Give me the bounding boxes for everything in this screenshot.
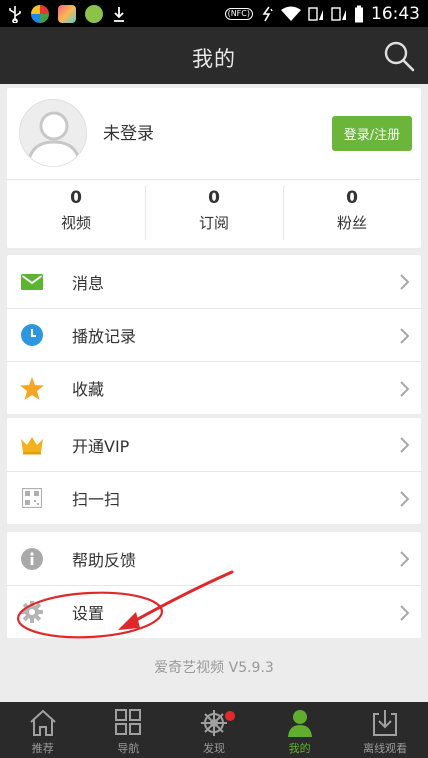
tab-label: 推荐 (31, 742, 54, 755)
tab-navigation[interactable]: 导航 (86, 702, 172, 758)
tab-label: 我的 (288, 742, 311, 755)
default-avatar-icon (26, 111, 82, 166)
tab-label: 发现 (202, 742, 225, 755)
bottom-tab-bar: 推荐 导航 发现 我的 离线观看 (0, 702, 428, 758)
menu-group-support: 帮助反馈 设置 (7, 532, 421, 638)
login-register-button[interactable]: 登录/注册 (332, 116, 412, 151)
stat-label: 粉丝 (336, 214, 367, 232)
notification-badge (225, 711, 236, 721)
tab-label: 离线观看 (363, 742, 408, 755)
menu-item-vip[interactable]: 开通VIP (7, 418, 421, 471)
chevron-right-icon (400, 437, 410, 453)
app-notification-icon (31, 4, 49, 23)
menu-item-history[interactable]: 播放记录 (7, 308, 421, 361)
person-icon (287, 710, 312, 737)
stat-value: 0 (208, 188, 220, 208)
username-label: 未登录 (103, 124, 154, 144)
stat-fans[interactable]: 0 粉丝 (283, 180, 421, 248)
page-title: 我的 (192, 47, 236, 71)
stat-value: 0 (70, 188, 82, 208)
status-bar: (NFC) 16:43 (0, 0, 428, 27)
menu-group-services: 开通VIP 扫一扫 (7, 418, 421, 524)
usb-icon (9, 5, 21, 23)
vibrate-icon (262, 6, 273, 21)
stat-label: 视频 (60, 214, 91, 232)
search-icon[interactable] (382, 39, 416, 73)
info-icon (20, 547, 44, 571)
menu-item-messages[interactable]: 消息 (7, 255, 421, 308)
tab-mine[interactable]: 我的 (257, 702, 343, 758)
tab-recommend[interactable]: 推荐 (0, 702, 86, 758)
menu-item-help-feedback[interactable]: 帮助反馈 (7, 532, 421, 585)
chevron-right-icon (400, 328, 410, 344)
download-notification-icon (114, 6, 124, 22)
battery-icon (355, 5, 363, 22)
nfc-indicator: (NFC) (224, 7, 253, 20)
chevron-right-icon (400, 381, 410, 397)
tab-discover[interactable]: 发现 (171, 702, 257, 758)
clock-icon (20, 323, 44, 347)
app-notification-icon (58, 4, 76, 23)
menu-item-settings[interactable]: 设置 (7, 585, 421, 638)
stats-row: 0 视频 0 订阅 0 粉丝 (7, 180, 421, 248)
chevron-right-icon (400, 491, 410, 507)
stat-subscriptions[interactable]: 0 订阅 (145, 180, 283, 248)
chevron-right-icon (400, 274, 410, 290)
tab-offline[interactable]: 离线观看 (342, 702, 428, 758)
menu-label: 帮助反馈 (72, 550, 137, 570)
title-bar: 我的 (0, 27, 428, 84)
download-icon (373, 710, 398, 736)
avatar[interactable] (19, 99, 87, 167)
tab-label: 导航 (117, 742, 140, 755)
wifi-icon (281, 6, 301, 21)
message-icon (20, 270, 44, 294)
app-version: 爱奇艺视频 V5.9.3 (154, 660, 274, 676)
home-icon (30, 709, 56, 736)
menu-label: 开通VIP (72, 436, 130, 456)
chevron-right-icon (400, 605, 410, 621)
sim-signal-icon (331, 6, 346, 21)
menu-group-main: 消息 播放记录 收藏 (7, 255, 421, 414)
gear-icon (20, 600, 44, 624)
menu-label: 扫一扫 (72, 490, 121, 509)
qr-scan-icon (20, 486, 44, 510)
clock: 16:43 (371, 3, 420, 24)
menu-label: 收藏 (72, 380, 105, 399)
menu-item-favorites[interactable]: 收藏 (7, 361, 421, 414)
stat-videos[interactable]: 0 视频 (7, 180, 145, 248)
sim-signal-icon (308, 6, 323, 21)
menu-label: 设置 (72, 604, 105, 623)
stat-value: 0 (346, 188, 358, 208)
grid-icon (115, 709, 142, 735)
menu-label: 消息 (72, 273, 105, 293)
app-notification-icon (85, 4, 103, 23)
crown-icon (20, 433, 44, 457)
stat-label: 订阅 (198, 214, 229, 232)
menu-label: 播放记录 (72, 327, 137, 346)
profile-card: 未登录 登录/注册 0 视频 0 订阅 0 粉丝 (7, 88, 421, 248)
star-icon (20, 376, 44, 400)
chevron-right-icon (400, 551, 410, 567)
menu-item-scan[interactable]: 扫一扫 (7, 471, 421, 524)
